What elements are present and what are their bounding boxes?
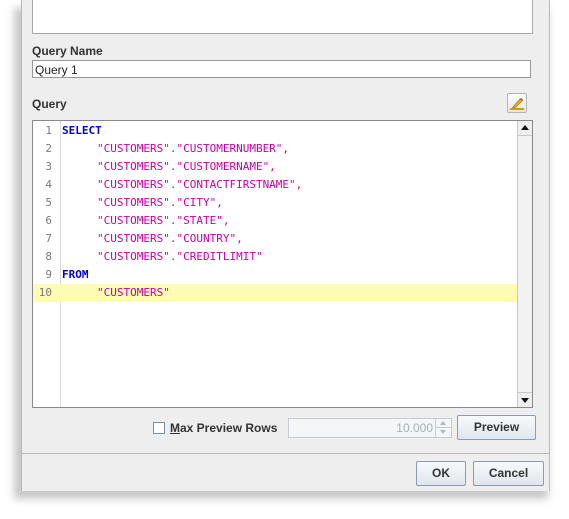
max-preview-rows-label[interactable]: Max Preview Rows xyxy=(170,421,277,435)
ok-button[interactable]: OK xyxy=(416,461,466,486)
query-dialog: Query Name Query 1 Query 1 SELECT 2 "CUSTOM… xyxy=(21,0,550,491)
sql-keyword: FROM xyxy=(62,268,89,281)
max-rows-spinner[interactable]: 10.000 xyxy=(288,418,452,438)
pencil-icon xyxy=(510,97,524,110)
code-line[interactable]: 2 "CUSTOMERS"."CUSTOMERNUMBER", xyxy=(33,140,517,158)
code-line[interactable]: 3 "CUSTOMERS"."CUSTOMERNAME", xyxy=(33,158,517,176)
max-preview-rows-checkbox[interactable] xyxy=(153,422,165,434)
line-number: 2 xyxy=(45,142,52,155)
preview-button[interactable]: Preview xyxy=(457,415,536,440)
max-rows-value[interactable]: 10.000 xyxy=(289,419,435,437)
scroll-up-button[interactable] xyxy=(518,121,532,136)
code-line[interactable]: 4 "CUSTOMERS"."CONTACTFIRSTNAME", xyxy=(33,176,517,194)
code-line[interactable]: 1 SELECT xyxy=(33,122,517,140)
code-line[interactable]: 6 "CUSTOMERS"."STATE", xyxy=(33,212,517,230)
line-number: 5 xyxy=(45,196,52,209)
line-number: 6 xyxy=(45,214,52,227)
query-name-label: Query Name xyxy=(32,44,103,58)
code-line[interactable]: 8 "CUSTOMERS"."CREDITLIMIT" xyxy=(33,248,517,266)
line-number: 1 xyxy=(45,124,52,137)
sql-column-reference: "CUSTOMERS"."CONTACTFIRSTNAME", xyxy=(97,178,303,191)
line-number: 8 xyxy=(45,250,52,263)
sql-column-reference: "CUSTOMERS"."COUNTRY", xyxy=(97,232,243,245)
sql-keyword: SELECT xyxy=(62,124,102,137)
scroll-down-button[interactable] xyxy=(518,392,532,407)
code-line[interactable]: 10 "CUSTOMERS" xyxy=(33,284,517,302)
sql-column-reference: "CUSTOMERS"."CITY", xyxy=(97,196,223,209)
line-number: 4 xyxy=(45,178,52,191)
code-line[interactable]: 7 "CUSTOMERS"."COUNTRY", xyxy=(33,230,517,248)
line-number: 10 xyxy=(38,286,52,299)
sql-column-reference: "CUSTOMERS"."STATE", xyxy=(97,214,230,227)
spinner-up-icon[interactable] xyxy=(436,419,451,428)
cancel-button[interactable]: Cancel xyxy=(473,461,544,486)
sql-column-reference: "CUSTOMERS"."CUSTOMERNAME", xyxy=(97,160,276,173)
query-name-input[interactable]: Query 1 xyxy=(32,60,531,78)
line-number: 3 xyxy=(45,160,52,173)
arrow-down-icon xyxy=(521,398,529,403)
edit-query-button[interactable] xyxy=(507,93,527,113)
query-label: Query xyxy=(32,97,67,111)
code-line[interactable]: 9 FROM xyxy=(33,266,517,284)
line-number: 7 xyxy=(45,232,52,245)
spinner-arrows[interactable] xyxy=(435,419,451,437)
line-number: 9 xyxy=(45,268,52,281)
arrow-up-icon xyxy=(521,125,529,130)
code-line[interactable]: 5 "CUSTOMERS"."CITY", xyxy=(33,194,517,212)
top-text-area[interactable] xyxy=(32,0,533,34)
sql-column-reference: "CUSTOMERS" xyxy=(97,286,170,299)
vertical-scrollbar[interactable] xyxy=(517,121,532,407)
sql-editor[interactable]: 1 SELECT 2 "CUSTOMERS"."CUSTOMERNUMBER", 3 "C… xyxy=(32,120,533,408)
sql-column-reference: "CUSTOMERS"."CUSTOMERNUMBER", xyxy=(97,142,290,155)
sql-column-reference: "CUSTOMERS"."CREDITLIMIT" xyxy=(97,250,263,263)
